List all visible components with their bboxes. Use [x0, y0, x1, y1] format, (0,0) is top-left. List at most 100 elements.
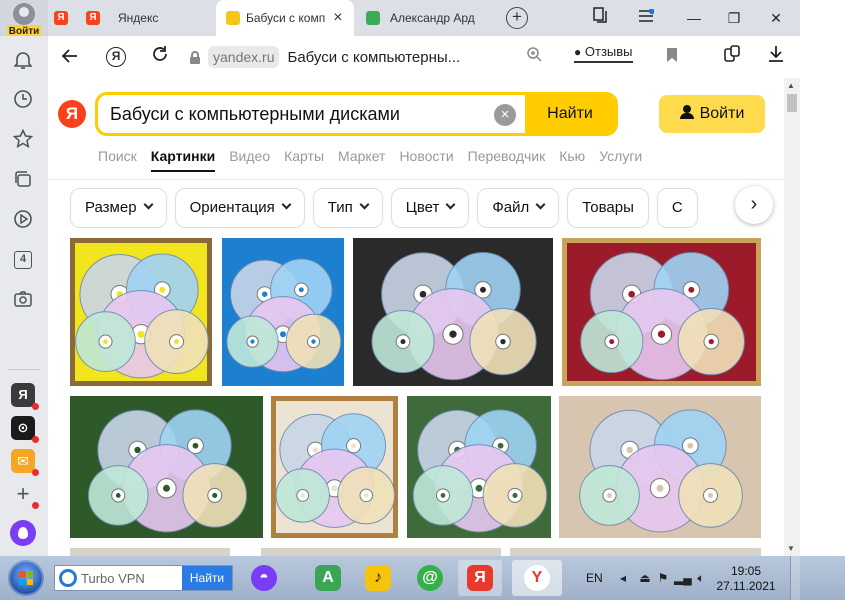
reload-button[interactable] [148, 45, 172, 69]
clock[interactable]: 19:05 27.11.2021 [716, 564, 776, 594]
tab-label: Александр Ард [390, 11, 475, 25]
filter-orientation[interactable]: Ориентация [174, 188, 305, 228]
cd-discs-art [579, 409, 743, 533]
yandex-home-button[interactable]: Я [104, 45, 128, 69]
filter-type[interactable]: Тип [312, 188, 383, 228]
image-result-image-result[interactable] [261, 548, 501, 556]
find-button[interactable]: Найти [525, 95, 615, 133]
yandex-logo[interactable]: Я [58, 100, 86, 128]
filter-size[interactable]: Размер [70, 188, 167, 228]
minimize-button[interactable]: — [674, 0, 714, 36]
image-result-cd-wreath-dark[interactable] [353, 238, 553, 386]
download-icon[interactable] [764, 45, 788, 69]
taskbar-alice[interactable]: ◓ [242, 560, 286, 596]
tabs-menu-icon[interactable] [580, 0, 620, 36]
filter-more[interactable]: С [656, 188, 698, 228]
tab-market[interactable]: Маркет [338, 148, 385, 164]
tab-translator[interactable]: Переводчик [468, 148, 546, 164]
image-result-cd-mosaic-red[interactable] [562, 238, 761, 386]
chevron-down-icon [535, 199, 546, 210]
sidebar-divider [8, 369, 40, 370]
show-desktop-button[interactable] [790, 556, 800, 600]
alice-icon[interactable] [10, 520, 36, 546]
url-field[interactable]: yandex.ru Бабуси с компьютерны... [190, 43, 570, 71]
cd-discs-art [275, 413, 396, 528]
image-result-image-result[interactable] [510, 548, 761, 556]
volume-icon[interactable]: 🔈︎ [694, 571, 708, 585]
back-button[interactable] [58, 45, 82, 69]
play-icon[interactable] [12, 209, 34, 231]
extensions-icon[interactable] [720, 45, 744, 69]
page-scrollbar[interactable]: ▲ ▼ [784, 78, 800, 556]
star-icon[interactable] [12, 128, 34, 151]
tab-close-icon[interactable]: × [333, 9, 342, 27]
tab-search[interactable]: Поиск [98, 148, 137, 164]
image-result-cd-flower-green[interactable] [70, 396, 263, 538]
bookmark-icon[interactable] [660, 45, 684, 69]
image-result-cd-dog-green[interactable] [407, 396, 551, 538]
taskbar-search-button[interactable]: Найти [182, 566, 232, 590]
zoom-icon[interactable] [522, 45, 546, 69]
search-input[interactable]: Бабуси с компьютерными дисками [110, 104, 400, 125]
scroll-up-icon[interactable]: ▲ [787, 81, 795, 90]
usb-icon[interactable]: ⏏ [638, 571, 652, 585]
bell-icon[interactable] [12, 50, 34, 72]
plus-icon: + [16, 481, 30, 506]
taskbar-music[interactable]: ♪ [356, 560, 400, 596]
taskbar-search-field[interactable]: Turbo VPN Найти [54, 565, 233, 591]
reviews-button[interactable]: ● Отзывы [574, 44, 633, 63]
search-box[interactable]: Бабуси с компьютерными дисками × Найти [95, 92, 618, 136]
camera-icon[interactable] [12, 289, 34, 311]
tab-yandex[interactable]: Я Яндекс [86, 0, 206, 36]
tab-q[interactable]: Кью [559, 148, 585, 164]
profile-button[interactable]: Войти [6, 3, 42, 38]
browser-menu-icon[interactable] [626, 0, 666, 36]
taskbar-market[interactable]: A [306, 560, 350, 596]
sidebar-app-messenger[interactable]: ⊙ [11, 416, 39, 443]
four-icon[interactable]: 4 [12, 249, 34, 271]
scroll-thumb[interactable] [787, 94, 797, 112]
sidebar-app-yandex[interactable]: Я [11, 383, 39, 410]
scroll-down-icon[interactable]: ▼ [787, 544, 795, 553]
tray-arrow-icon[interactable]: ◂ [616, 571, 630, 585]
filter-label: Файл [492, 199, 530, 216]
taskbar-icq[interactable]: @ [408, 560, 452, 596]
tab-video[interactable]: Видео [229, 148, 270, 164]
filter-chips: Размер Ориентация Тип Цвет Файл Товары С [70, 188, 706, 228]
new-tab-button[interactable]: + [506, 7, 528, 29]
tab-maps[interactable]: Карты [284, 148, 324, 164]
image-result-image-result[interactable] [70, 548, 230, 556]
green-favicon-icon [366, 11, 380, 25]
language-indicator[interactable]: EN [586, 571, 603, 585]
signal-icon[interactable]: ▂▄ [674, 571, 692, 585]
sidebar-app-mail[interactable]: ✉ [11, 449, 39, 476]
cards-icon[interactable] [12, 169, 34, 191]
sidebar-add-app[interactable]: + [11, 481, 39, 509]
yandex-browser-icon: Y [524, 565, 550, 591]
tab-pinned[interactable]: Я [54, 0, 80, 36]
filter-file[interactable]: Файл [477, 188, 560, 228]
filter-color[interactable]: Цвет [390, 188, 470, 228]
yandex-icon: Я [467, 565, 493, 591]
image-result-cd-owl-blue[interactable] [222, 238, 344, 386]
chevron-right-icon[interactable]: › [735, 186, 773, 224]
login-button[interactable]: Войти [659, 95, 765, 133]
taskbar-search-text: Turbo VPN [81, 571, 145, 586]
clock-icon[interactable] [12, 89, 34, 111]
start-button[interactable] [8, 560, 44, 596]
tab-news[interactable]: Новости [399, 148, 453, 164]
tab-images-active[interactable]: Бабуси с комп × [216, 0, 354, 36]
filter-goods[interactable]: Товары [567, 188, 649, 228]
maximize-button[interactable]: ❐ [714, 0, 754, 36]
close-window-button[interactable]: ✕ [756, 0, 796, 36]
flag-icon[interactable]: ⚑ [656, 571, 670, 585]
tab-images[interactable]: Картинки [150, 148, 216, 172]
tab-aleksandr[interactable]: Александр Ард [366, 0, 496, 36]
taskbar-yandex[interactable]: Я [458, 560, 502, 596]
clear-search-button[interactable]: × [494, 104, 516, 126]
tab-services[interactable]: Услуги [599, 148, 642, 164]
image-result-cd-butterfly-yellow[interactable] [70, 238, 212, 386]
taskbar-yandex-browser[interactable]: Y [512, 560, 562, 596]
image-result-cd-owls-light[interactable] [271, 396, 398, 538]
image-result-cd-stack-beige[interactable] [559, 396, 761, 538]
